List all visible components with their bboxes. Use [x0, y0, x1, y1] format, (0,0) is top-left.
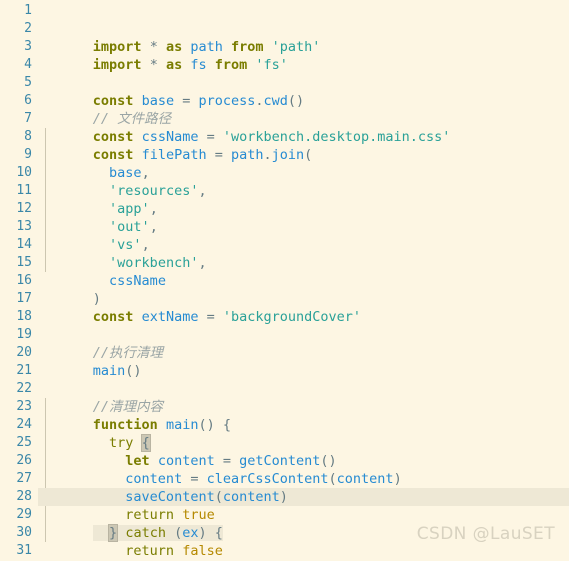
code-line[interactable]: 23 try { — [0, 398, 569, 452]
code-line[interactable]: 13 'workbench', — [0, 218, 569, 271]
line-number: 30 — [0, 524, 32, 542]
code-line[interactable]: 16 const extName = 'backgroundCover' — [0, 272, 569, 325]
code-text: } catch (ex) { — [92, 524, 223, 542]
code-text: 'app', — [109, 201, 158, 217]
code-line[interactable]: 15 ) — [0, 254, 569, 307]
line-number: 12 — [0, 200, 32, 218]
line-number: 17 — [0, 290, 32, 308]
code-line[interactable]: 21 //清理内容 — [0, 362, 569, 415]
code-text: // 文件路径 — [93, 111, 171, 127]
line-number: 1 — [0, 2, 32, 20]
code-line[interactable]: 10 'app', — [0, 164, 569, 217]
code-text: import * as path from 'path' — [92, 39, 321, 55]
line-number: 31 — [0, 542, 32, 560]
code-line[interactable]: 19 main() — [0, 326, 569, 379]
line-number: 19 — [0, 326, 32, 344]
code-text: 'resources', — [109, 183, 207, 199]
code-line[interactable]: 7 const filePath = path.join( — [0, 110, 569, 163]
bracket-match-close: } — [108, 524, 119, 542]
line-number: 14 — [0, 236, 32, 254]
line-number: 2 — [0, 20, 32, 38]
line-number: 10 — [0, 164, 32, 182]
code-text: return true — [125, 507, 215, 523]
code-text: ) — [92, 291, 101, 307]
code-text: import * as fs from 'fs' — [92, 57, 288, 73]
code-line[interactable]: 2 import * as fs from 'fs' — [0, 20, 569, 73]
code-text: 'out', — [109, 219, 158, 235]
code-text: 'vs', — [109, 237, 150, 253]
code-text: return false — [125, 543, 223, 559]
line-number: 5 — [0, 74, 32, 92]
code-text: saveContent(content) — [125, 489, 288, 505]
code-line[interactable]: 31 } — [0, 542, 569, 560]
code-text: const cssName = 'workbench.desktop.main.… — [92, 129, 451, 145]
code-line[interactable]: 22 function main() { — [0, 380, 569, 433]
line-number: 29 — [0, 506, 32, 524]
code-line[interactable]: 24 let content = getContent() — [0, 416, 569, 469]
line-number: 27 — [0, 470, 32, 488]
code-line[interactable]: 14 cssName — [0, 236, 569, 289]
code-text: //执行清理 — [93, 345, 163, 361]
line-number: 3 — [0, 38, 32, 56]
bracket-match-open: { — [140, 434, 151, 452]
line-number: 11 — [0, 182, 32, 200]
comment-text: //清理内容 — [92, 399, 164, 415]
code-text: main() — [92, 363, 142, 379]
line-number: 7 — [0, 110, 32, 128]
code-text: const base = process.cwd() — [92, 93, 305, 109]
code-text: //清理内容 — [93, 399, 163, 415]
line-number: 13 — [0, 218, 32, 236]
line-number: 21 — [0, 362, 32, 380]
line-number: 9 — [0, 146, 32, 164]
code-text: 'workbench', — [109, 255, 207, 271]
code-text: try { — [109, 434, 151, 452]
line-number: 26 — [0, 452, 32, 470]
comment-text: //执行清理 — [92, 345, 164, 361]
line-number: 20 — [0, 344, 32, 362]
code-line[interactable]: 25 content = clearCssContent(content) — [0, 434, 569, 487]
line-number: 25 — [0, 434, 32, 452]
code-text: const filePath = path.join( — [92, 147, 313, 163]
code-text: function main() { — [92, 417, 231, 433]
code-line[interactable]: 11 'out', — [0, 182, 569, 235]
code-line[interactable]: 1 import * as path from 'path' — [0, 2, 569, 55]
line-number: 28 — [0, 488, 32, 506]
code-text: let content = getContent() — [125, 453, 337, 469]
comment-text: // 文件路径 — [92, 111, 172, 127]
line-number: 15 — [0, 254, 32, 272]
code-editor[interactable]: 1 import * as path from 'path' 2 import … — [0, 0, 569, 561]
code-content-area[interactable]: 1 import * as path from 'path' 2 import … — [0, 0, 569, 561]
line-number: 16 — [0, 272, 32, 290]
line-number: 18 — [0, 308, 32, 326]
code-line[interactable]: 5 // 文件路径 — [0, 74, 569, 127]
code-line[interactable]: 12 'vs', — [0, 200, 569, 253]
line-number: 6 — [0, 92, 32, 110]
code-text: cssName — [109, 273, 166, 289]
code-text: content = clearCssContent(content) — [125, 471, 402, 487]
line-number: 8 — [0, 128, 32, 146]
code-line[interactable]: 17 — [0, 290, 569, 308]
code-text: base, — [109, 165, 150, 181]
line-number: 22 — [0, 380, 32, 398]
csdn-watermark: CSDN @LauSET — [416, 524, 555, 544]
code-text: const extName = 'backgroundCover' — [92, 309, 362, 325]
line-number: 24 — [0, 416, 32, 434]
line-number: 23 — [0, 398, 32, 416]
code-line[interactable]: 29 return false — [0, 506, 569, 559]
line-number: 4 — [0, 56, 32, 74]
code-line[interactable]: 20 — [0, 344, 569, 362]
